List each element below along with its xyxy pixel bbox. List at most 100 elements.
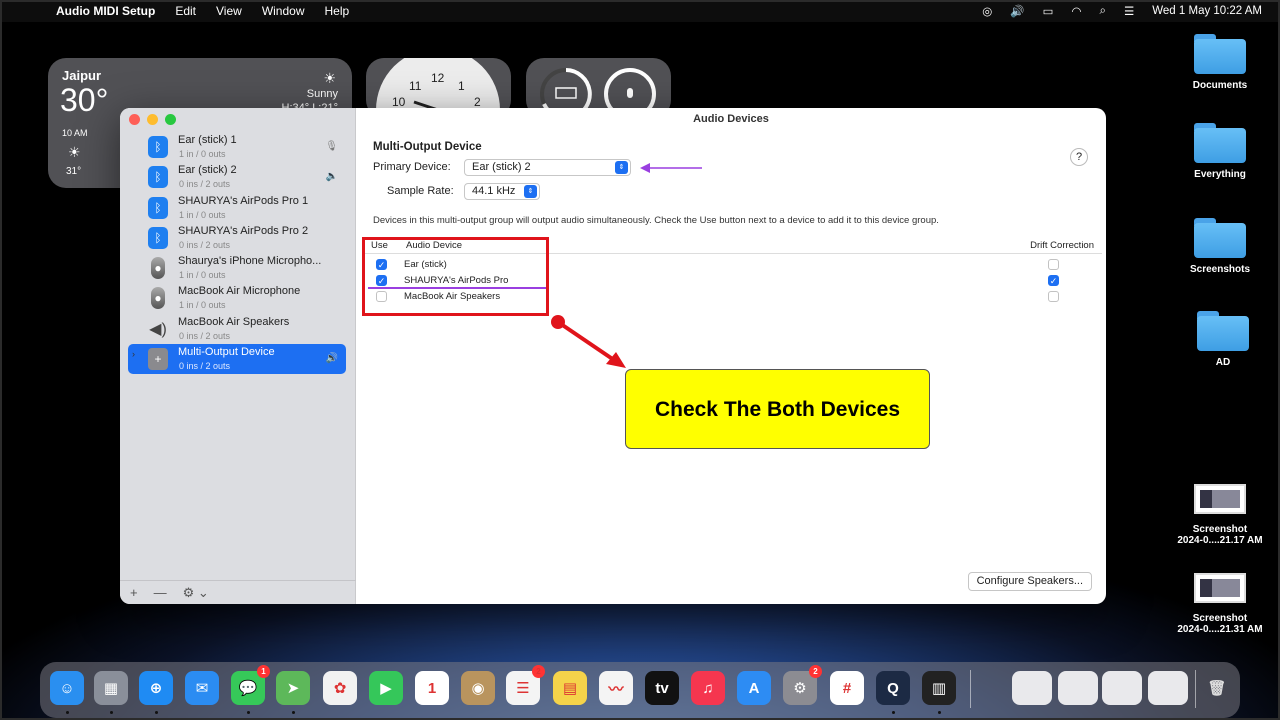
- running-indicator: [292, 711, 295, 714]
- messages-icon: 💬: [238, 680, 258, 697]
- sample-rate-label: Sample Rate:: [387, 185, 454, 197]
- highlight-underline: [368, 287, 546, 289]
- close-button[interactable]: [129, 114, 140, 125]
- dock-calendar[interactable]: 1: [415, 671, 449, 705]
- remove-device-button[interactable]: —: [154, 585, 167, 600]
- dock-finder[interactable]: ☺: [50, 671, 84, 705]
- menu-bar: Audio MIDI Setup Edit View Window Help ◎…: [0, 0, 1280, 22]
- device-list-item[interactable]: › + Multi-Output Device 0 ins / 2 outs 🔊: [128, 344, 346, 375]
- microphone-icon: ●: [151, 257, 165, 280]
- speaker-icon: ◀): [149, 320, 167, 338]
- desktop-icon-label: Everything: [1194, 169, 1246, 180]
- minimize-button[interactable]: [147, 114, 158, 125]
- menu-clock[interactable]: Wed 1 May 10:22 AM: [1152, 5, 1262, 17]
- wifi-icon[interactable]: ◠: [1071, 4, 1081, 18]
- battery-icon[interactable]: ▭: [1043, 4, 1054, 18]
- group-description: Devices in this multi-output group will …: [373, 215, 939, 226]
- control-center-icon[interactable]: ☰: [1124, 4, 1134, 18]
- add-device-button[interactable]: +: [130, 585, 138, 600]
- notes-icon: ▤: [562, 680, 578, 697]
- dock-safari[interactable]: ⊕: [139, 671, 173, 705]
- dock-reminders[interactable]: ☰ 2: [506, 665, 545, 705]
- desktop-icon-label: AD: [1215, 357, 1231, 368]
- drift-correction-checkbox[interactable]: [1048, 291, 1059, 302]
- device-list-item[interactable]: ● Shaurya's iPhone Micropho... 1 in / 0 ou…: [128, 253, 346, 283]
- weather-city: Jaipur: [62, 68, 102, 83]
- device-io: 1 in / 0 outs: [179, 209, 226, 220]
- dock: ☺ ▦ ⊕ ✉ 💬 1 ➤ ✿ ▶ 1 ◉ ☰ 2 ▤ 〰 tv ♫ A ⚙ 2 # Q ▥ 🗑: [40, 662, 1240, 718]
- dock-tv[interactable]: tv: [645, 671, 679, 705]
- screen-time-icon[interactable]: ◎: [982, 4, 992, 18]
- desktop-folder-everything[interactable]: Everything: [1165, 123, 1275, 180]
- maps-icon: ➤: [286, 680, 300, 697]
- menu-window[interactable]: Window: [262, 4, 305, 18]
- sample-rate-select[interactable]: 44.1 kHz ⇕: [464, 183, 540, 200]
- drift-correction-checkbox[interactable]: [1048, 259, 1059, 270]
- primary-device-select[interactable]: Ear (stick) 2 ⇕: [464, 159, 631, 176]
- bluetooth-icon: ᛒ: [148, 136, 168, 158]
- safari-icon: ⊕: [149, 680, 163, 697]
- dock-piano[interactable]: ▥: [922, 671, 956, 705]
- device-list: ᛒ Ear (stick) 1 1 in / 0 outs 🎙 ᛒ Ear (stick)…: [128, 132, 346, 375]
- device-list-item[interactable]: ◀) MacBook Air Speakers 0 ins / 2 outs: [128, 314, 346, 344]
- device-io: 1 in / 0 outs: [179, 149, 226, 159]
- device-list-item[interactable]: ● MacBook Air Microphone 1 in / 0 outs: [128, 283, 346, 313]
- dock-mail[interactable]: ✉: [185, 671, 219, 705]
- search-icon[interactable]: ⌕: [1100, 5, 1106, 18]
- menu-edit[interactable]: Edit: [175, 4, 196, 18]
- volume-icon[interactable]: 🔊: [1010, 4, 1024, 18]
- chevron-right-icon[interactable]: ›: [132, 349, 135, 359]
- clock-numeral: 1: [458, 79, 465, 93]
- dock-facetime[interactable]: ▶: [369, 671, 403, 705]
- dock-maps[interactable]: ➤: [276, 671, 310, 705]
- menu-view[interactable]: View: [216, 4, 242, 18]
- dock-slack[interactable]: #: [830, 671, 864, 705]
- device-list-item[interactable]: ᛒ Ear (stick) 2 0 ins / 2 outs 🔈: [128, 162, 346, 192]
- drift-correction-checkbox[interactable]: ✓: [1048, 275, 1059, 286]
- desktop-screenshot-1[interactable]: Screenshot 2024-0....21.17 AM: [1165, 484, 1275, 546]
- dock-freeform[interactable]: 〰: [599, 671, 633, 705]
- folder-icon: [1194, 34, 1246, 74]
- zoom-button[interactable]: [165, 114, 176, 125]
- running-indicator: [110, 711, 113, 714]
- device-list-item[interactable]: ᛒ SHAURYA's AirPods Pro 1 1 in / 0 outs: [128, 193, 346, 223]
- dock-separator: [1195, 670, 1196, 708]
- microphone-icon: ●: [151, 287, 165, 310]
- dock-launchpad[interactable]: ▦: [94, 671, 128, 705]
- dock-minimized-window[interactable]: [1058, 671, 1098, 705]
- dock-photos[interactable]: ✿: [323, 671, 357, 705]
- dock-messages[interactable]: 💬 1: [231, 665, 270, 705]
- dock-minimized-window[interactable]: [1012, 671, 1052, 705]
- menu-help[interactable]: Help: [325, 4, 350, 18]
- device-list-item[interactable]: ᛒ SHAURYA's AirPods Pro 2 0 ins / 2 outs: [128, 223, 346, 253]
- desktop-screenshot-2[interactable]: Screenshot 2024-0....21.31 AM: [1165, 573, 1275, 635]
- help-button[interactable]: ?: [1070, 148, 1088, 166]
- system-settings-icon: ⚙: [793, 680, 807, 697]
- dock-notes[interactable]: ▤: [553, 671, 587, 705]
- dock-app-store[interactable]: A: [737, 671, 771, 705]
- desktop-icon-label: 2024-0....21.17 AM: [1177, 535, 1263, 546]
- dock-contacts[interactable]: ◉: [461, 671, 495, 705]
- gear-icon[interactable]: ⚙ ⌄: [183, 585, 209, 601]
- dock-quicktime[interactable]: Q: [876, 671, 910, 705]
- column-drift-correction[interactable]: Drift Correction: [1030, 240, 1094, 251]
- dock-system-settings[interactable]: ⚙ 2: [783, 665, 822, 705]
- dock-music[interactable]: ♫: [691, 671, 725, 705]
- desktop-folder-documents[interactable]: Documents: [1165, 34, 1275, 91]
- dock-minimized-window[interactable]: [1148, 671, 1188, 705]
- desktop-folder-ad[interactable]: AD: [1168, 311, 1278, 368]
- desktop-folder-screenshots[interactable]: Screenshots: [1165, 218, 1275, 275]
- menu-app-name[interactable]: Audio MIDI Setup: [56, 4, 155, 18]
- app-store-icon: A: [748, 679, 760, 697]
- device-list-item[interactable]: ᛒ Ear (stick) 1 1 in / 0 outs 🎙: [128, 132, 346, 162]
- sample-rate-value: 44.1 kHz: [472, 185, 516, 197]
- primary-device-value: Ear (stick) 2: [472, 161, 531, 173]
- dock-trash[interactable]: 🗑: [1200, 671, 1234, 705]
- device-io: 0 ins / 2 outs: [179, 330, 231, 341]
- folder-icon: [1194, 218, 1246, 258]
- dock-minimized-window[interactable]: [1102, 671, 1142, 705]
- launchpad-icon: ▦: [103, 680, 119, 697]
- window-controls: [129, 114, 176, 125]
- configure-speakers-button[interactable]: Configure Speakers...: [967, 572, 1092, 591]
- reminders-icon: ☰: [516, 680, 530, 697]
